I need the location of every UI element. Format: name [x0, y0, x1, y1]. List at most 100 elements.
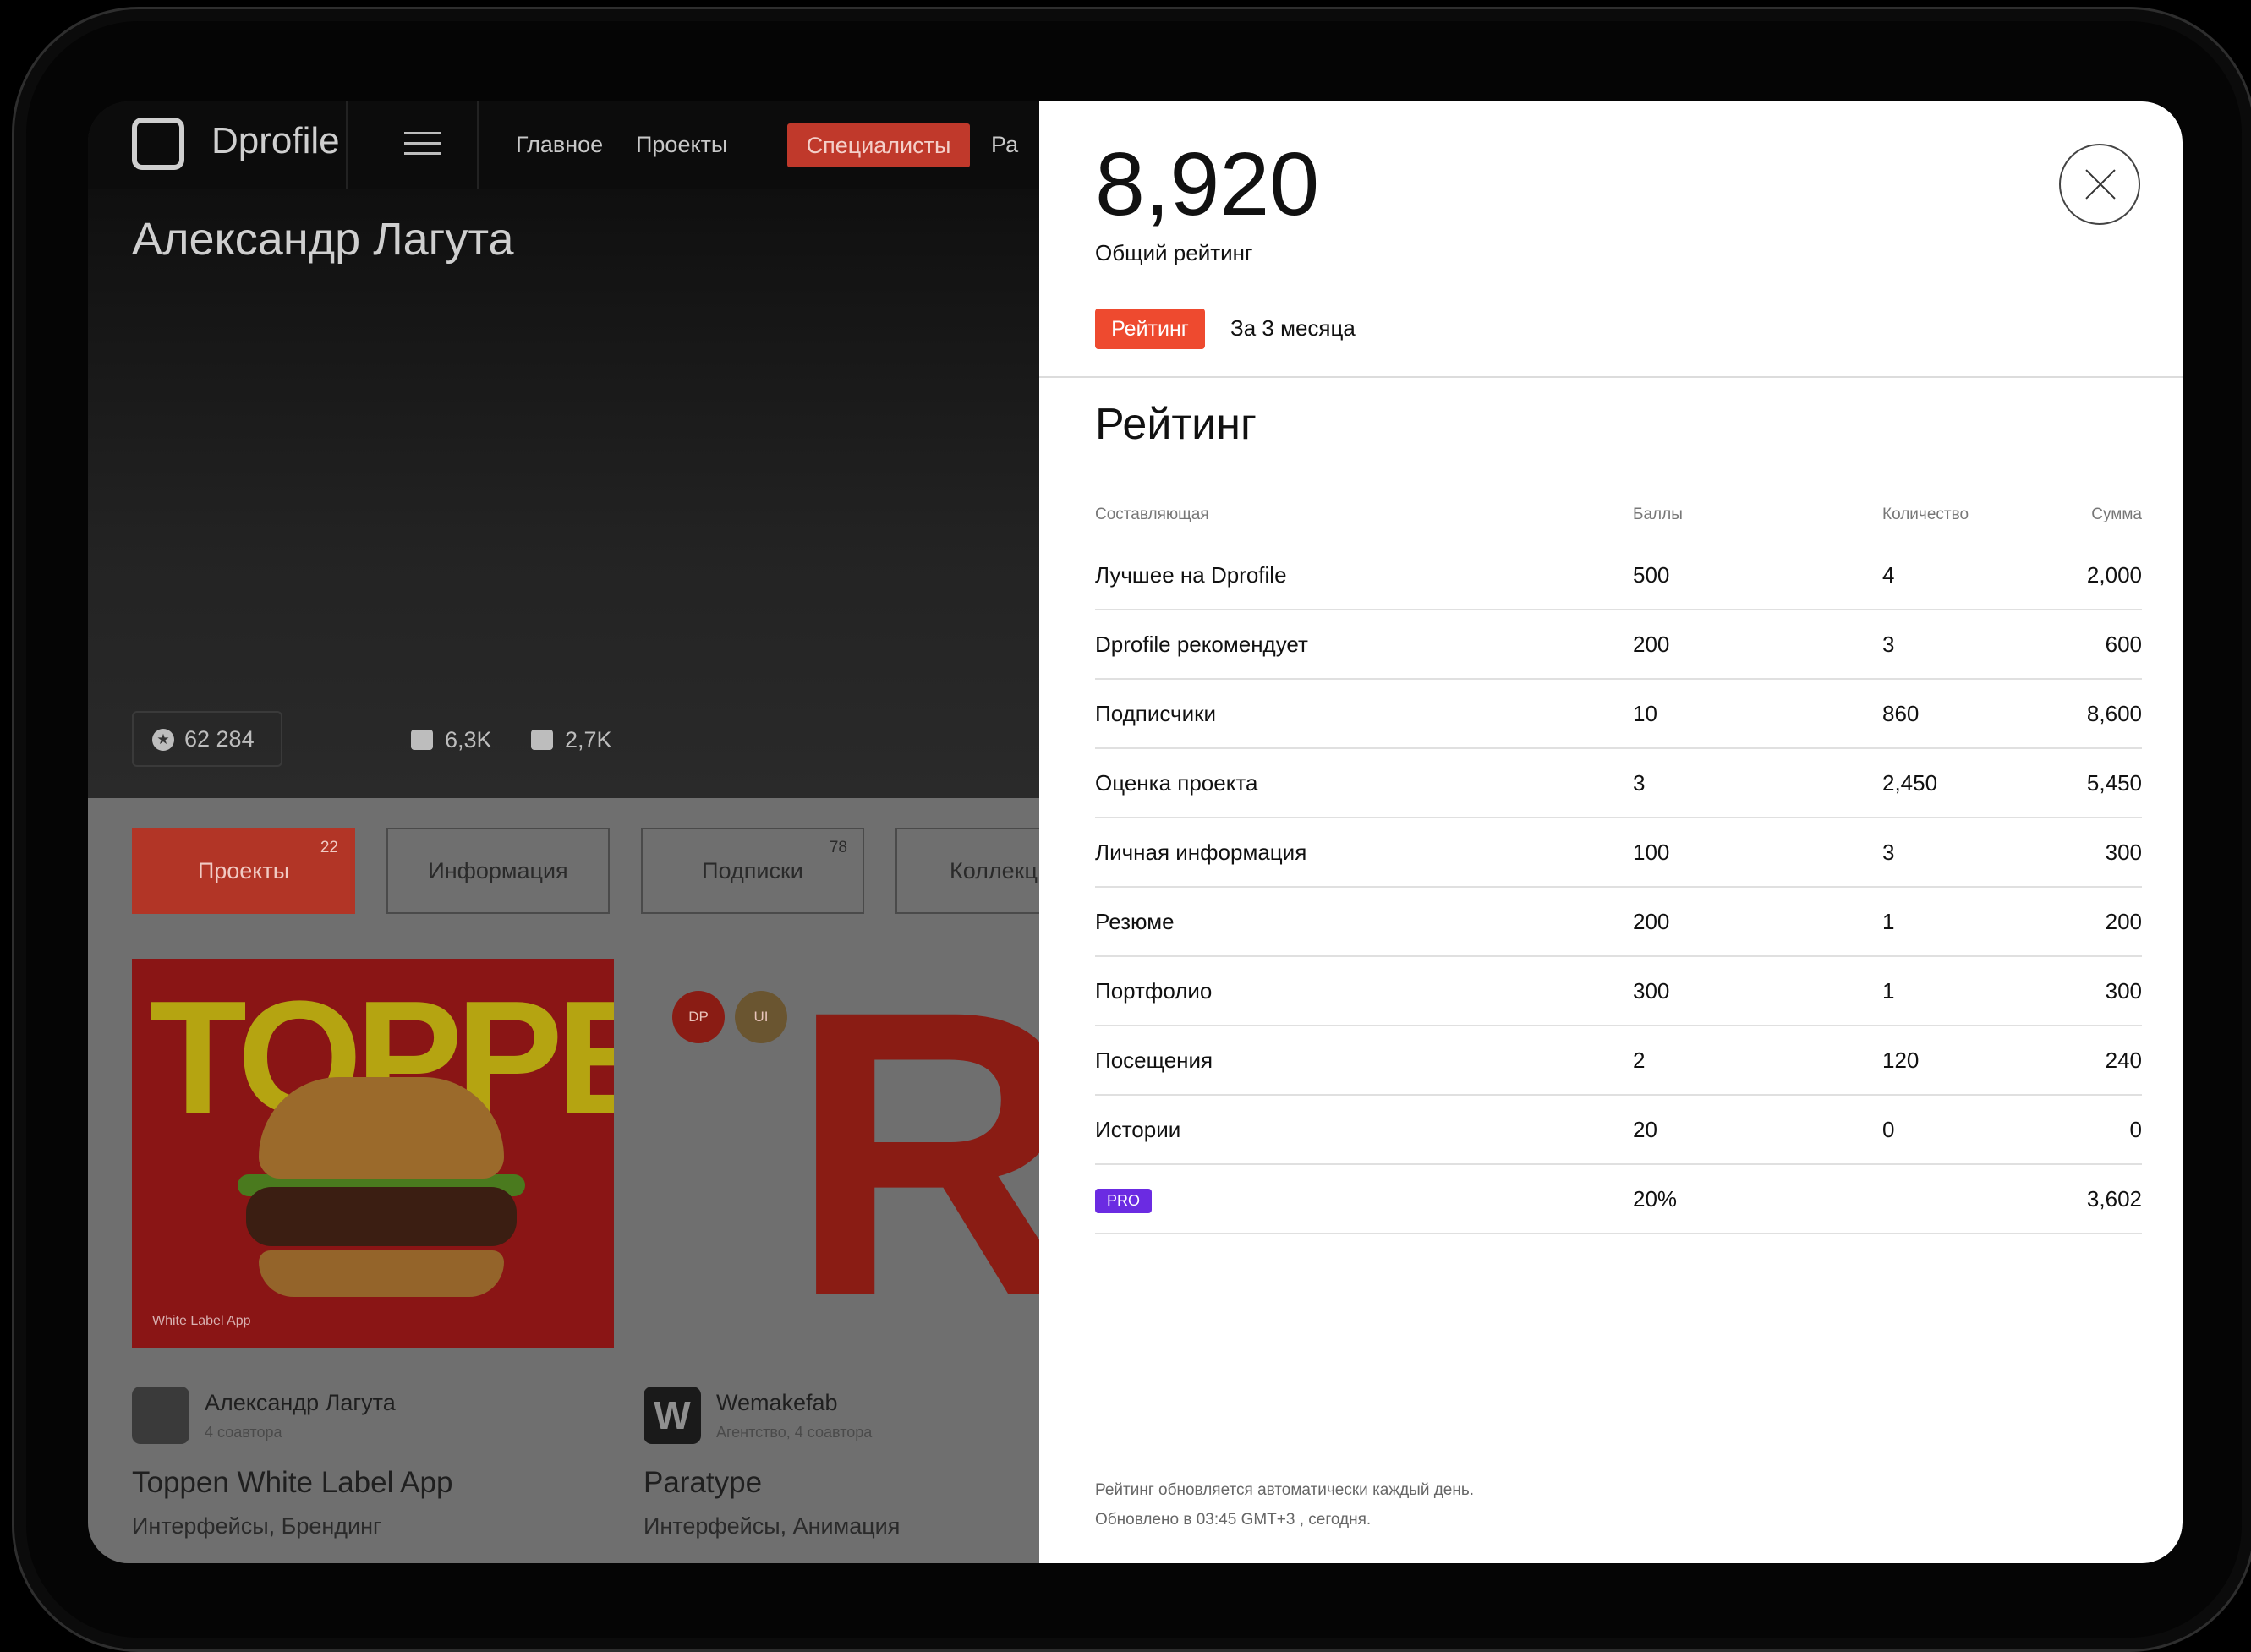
row-points: 10: [1633, 679, 1882, 749]
column-header: Баллы: [1633, 506, 1683, 523]
row-points: 500: [1633, 541, 1882, 610]
row-points: 100: [1633, 818, 1882, 888]
row-name: Лучшее на Dprofile: [1095, 541, 1633, 610]
card-author[interactable]: Александр Лагута: [205, 1390, 396, 1416]
rating-pill-value: 62 284: [184, 726, 255, 752]
section-title: Рейтинг: [1095, 400, 1257, 449]
card-author-sub: 4 соавтора: [205, 1424, 282, 1441]
burger-shape: [259, 1250, 504, 1297]
star-icon: ★: [152, 729, 174, 751]
table-row: Оценка проекта 3 2,450 5,450: [1095, 748, 2142, 818]
tab-subscriptions[interactable]: Подписки 78: [641, 828, 864, 914]
tab-label: Подписки: [702, 858, 803, 883]
tab-label: Проекты: [197, 858, 290, 883]
row-sum: 2,000: [2051, 541, 2142, 610]
row-count: 1: [1882, 956, 2051, 1026]
row-sum: 3,602: [2051, 1164, 2142, 1234]
nav-more[interactable]: Ра: [991, 132, 1018, 158]
tab-information[interactable]: Информация: [386, 828, 610, 914]
footer-updated: Обновлено в 03:45 GMT+3 , сегодня.: [1095, 1511, 1372, 1529]
project-card-image[interactable]: R DP UI: [644, 959, 1039, 1348]
avatar[interactable]: W: [644, 1387, 701, 1444]
likes-stat: 6,3K: [411, 727, 492, 753]
burger-shape: [246, 1187, 517, 1246]
row-points: 20: [1633, 1095, 1882, 1165]
row-points: 3: [1633, 748, 1882, 818]
project-card-image[interactable]: TOPPEN White Label App: [132, 959, 614, 1348]
table-row: Dprofile рекомендует 200 3 600: [1095, 610, 2142, 680]
nav-projects[interactable]: Проекты: [636, 132, 727, 158]
row-sum: 240: [2051, 1026, 2142, 1096]
row-sum: 0: [2051, 1095, 2142, 1165]
table-row: Истории 20 0 0: [1095, 1095, 2142, 1165]
nav-divider: [477, 101, 479, 189]
tab-count: 22: [320, 839, 338, 856]
burger-shape: [259, 1077, 504, 1179]
row-name: Подписчики: [1095, 679, 1633, 749]
thumbs-up-icon: [411, 730, 433, 750]
nav-main[interactable]: Главное: [516, 132, 603, 158]
row-count: 1: [1882, 887, 2051, 957]
dprofile-logo-icon[interactable]: [132, 118, 184, 170]
screen: Dprofile Главное Проекты Специалисты Ра …: [88, 101, 2183, 1563]
column-header: Составляющая: [1095, 506, 1209, 523]
table-row: Подписчики 10 860 8,600: [1095, 679, 2142, 749]
row-name: Посещения: [1095, 1026, 1633, 1096]
rating-table: Лучшее на Dprofile 500 4 2,000 Dprofile …: [1095, 541, 2142, 1234]
row-points: 2: [1633, 1026, 1882, 1096]
row-sum: 300: [2051, 956, 2142, 1026]
row-name: Истории: [1095, 1095, 1633, 1165]
row-count: 2,450: [1882, 748, 2051, 818]
logo-text[interactable]: Dprofile: [211, 120, 340, 162]
card-tags: Интерфейсы, Брендинг: [132, 1513, 381, 1539]
table-row: Лучшее на Dprofile 500 4 2,000: [1095, 541, 2142, 610]
total-rating-label: Общий рейтинг: [1095, 240, 1253, 265]
rating-pill[interactable]: ★ 62 284: [132, 711, 282, 767]
ui-badge: UI: [735, 991, 787, 1043]
row-points: 200: [1633, 887, 1882, 957]
total-rating-value: 8,920: [1095, 134, 1320, 234]
tab-count: 78: [829, 839, 847, 856]
followers-stat: 2,7K: [531, 727, 612, 753]
row-count: 4: [1882, 541, 2051, 610]
row-count: 3: [1882, 818, 2051, 888]
row-name: Оценка проекта: [1095, 748, 1633, 818]
column-header: Сумма: [2091, 506, 2142, 523]
profile-name: Александр Лагута: [132, 214, 514, 265]
table-row: Личная информация 100 3 300: [1095, 818, 2142, 888]
nav-divider: [346, 101, 348, 189]
column-header: Количество: [1882, 506, 1969, 523]
card-title[interactable]: Toppen White Label App: [132, 1466, 452, 1500]
row-sum: 300: [2051, 818, 2142, 888]
menu-icon[interactable]: [404, 132, 441, 156]
row-points: 200: [1633, 610, 1882, 680]
row-sum: 600: [2051, 610, 2142, 680]
row-count: 3: [1882, 610, 2051, 680]
close-icon[interactable]: [2059, 144, 2140, 225]
row-points: 300: [1633, 956, 1882, 1026]
card-tags: Интерфейсы, Анимация: [644, 1513, 901, 1539]
card-author[interactable]: Wemakefab: [716, 1390, 838, 1416]
avatar[interactable]: [132, 1387, 189, 1444]
card-title[interactable]: Paratype: [644, 1466, 762, 1500]
table-row: Портфолио 300 1 300: [1095, 956, 2142, 1026]
profile-hero: Александр Лагута ★ 62 284 6,3K 2,7K: [88, 189, 1039, 798]
tab-projects[interactable]: Проекты 22: [132, 828, 355, 914]
likes-value: 6,3K: [445, 727, 492, 752]
row-sum: 5,450: [2051, 748, 2142, 818]
tab-3-months[interactable]: За 3 месяца: [1230, 315, 1356, 342]
background-profile-page: Dprofile Главное Проекты Специалисты Ра …: [88, 101, 1119, 1563]
pro-badge: PRO: [1095, 1188, 1153, 1213]
followers-value: 2,7K: [565, 727, 612, 752]
row-name-cell: PRO: [1095, 1164, 1633, 1234]
profile-content: Проекты 22 Информация Подписки 78 Коллекц …: [88, 798, 1119, 1563]
footer-note: Рейтинг обновляется автоматически каждый…: [1095, 1481, 1475, 1499]
card-author-sub: Агентство, 4 соавтора: [716, 1424, 873, 1441]
tab-rating[interactable]: Рейтинг: [1095, 309, 1205, 349]
nav-specialists[interactable]: Специалисты: [787, 123, 970, 167]
top-nav-bar: Dprofile Главное Проекты Специалисты Ра: [88, 101, 1039, 189]
tab-label: Информация: [428, 858, 568, 883]
row-name: Резюме: [1095, 887, 1633, 957]
row-name: Портфолио: [1095, 956, 1633, 1026]
row-name: Dprofile рекомендует: [1095, 610, 1633, 680]
